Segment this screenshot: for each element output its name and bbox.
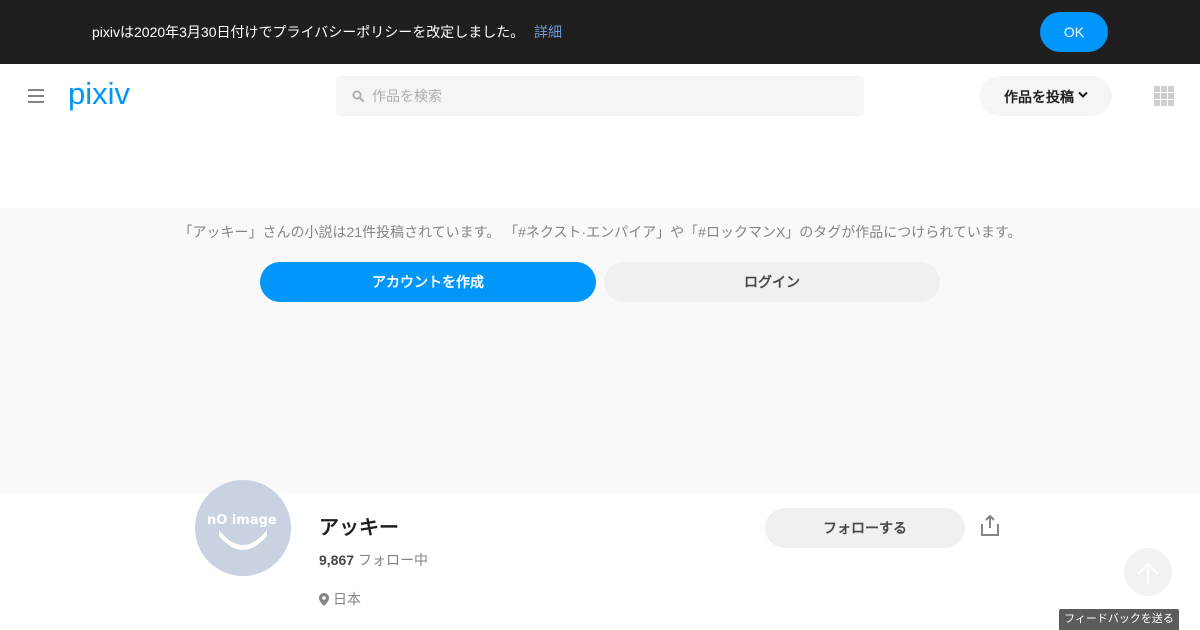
following-label: フォロー中	[358, 552, 429, 568]
follow-button[interactable]: フォローする	[765, 508, 965, 548]
hamburger-icon[interactable]	[28, 89, 44, 103]
arrow-up-icon	[1137, 562, 1159, 584]
create-account-button[interactable]: アカウントを作成	[260, 262, 596, 302]
svg-text:nO image: nO image	[207, 513, 277, 528]
chevron-down-icon	[1078, 91, 1088, 98]
apps-grid-icon[interactable]	[1154, 86, 1174, 106]
location-pin-icon	[319, 593, 329, 606]
search-icon	[352, 90, 364, 102]
following-number: 9,867	[319, 552, 355, 568]
svg-text:pixiv: pixiv	[68, 78, 131, 111]
share-icon[interactable]	[980, 515, 1000, 537]
avatar[interactable]: nO image	[195, 480, 291, 576]
privacy-notice-bar: pixivは2020年3月30日付けでプライバシーポリシーを改定しました。 詳細…	[0, 0, 1200, 64]
page: pixivは2020年3月30日付けでプライバシーポリシーを改定しました。 詳細…	[0, 0, 1200, 630]
login-button[interactable]: ログイン	[604, 262, 940, 302]
search-input[interactable]	[372, 76, 852, 116]
notice-message: pixivは2020年3月30日付けでプライバシーポリシーを改定しました。	[92, 24, 525, 40]
profile-name: アッキー	[319, 517, 399, 539]
search-box[interactable]	[336, 76, 864, 116]
hero-message: 「アッキー」さんの小説は21件投稿されています。 「#ネクスト·エンパイア」や「…	[178, 224, 1022, 240]
notice-details-link[interactable]: 詳細	[534, 22, 562, 42]
notice-ok-button[interactable]: OK	[1040, 12, 1108, 52]
feedback-button[interactable]: フィードバックを送る	[1059, 609, 1179, 630]
location-text: 日本	[333, 591, 361, 607]
pixiv-logo[interactable]: pixiv	[68, 78, 152, 114]
scroll-to-top-button[interactable]	[1124, 548, 1172, 596]
post-work-button[interactable]: 作品を投稿	[980, 76, 1112, 116]
post-work-label: 作品を投稿	[1004, 89, 1074, 105]
following-count[interactable]: 9,867 フォロー中	[319, 551, 428, 569]
site-header: pixiv 作品を投稿	[0, 64, 1200, 128]
signup-hero: 「アッキー」さんの小説は21件投稿されています。 「#ネクスト·エンパイア」や「…	[0, 208, 1200, 494]
